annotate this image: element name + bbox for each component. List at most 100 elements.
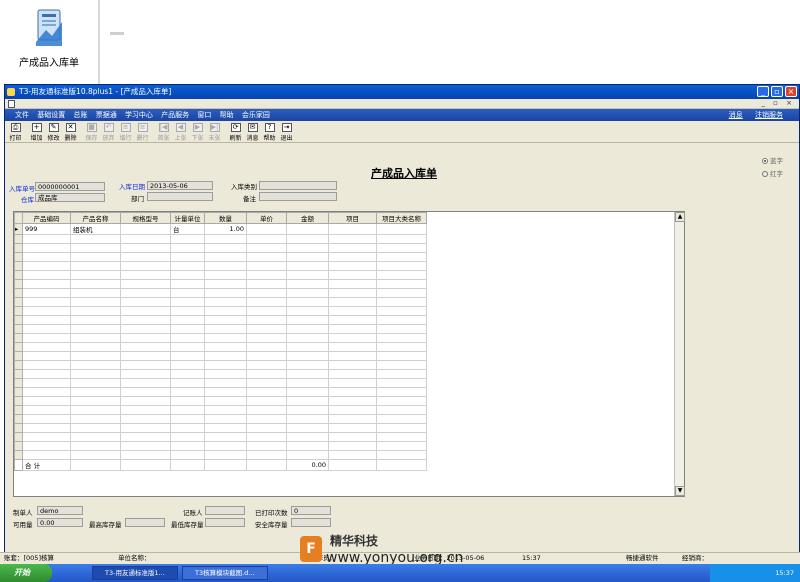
table-cell[interactable] xyxy=(328,252,377,262)
table-cell[interactable] xyxy=(328,243,377,253)
table-cell[interactable] xyxy=(70,423,121,433)
table-cell[interactable] xyxy=(328,306,377,316)
table-cell[interactable] xyxy=(328,342,377,352)
table-cell[interactable] xyxy=(22,315,71,325)
table-cell[interactable] xyxy=(22,387,71,397)
table-cell[interactable] xyxy=(286,279,329,289)
table-cell[interactable]: 组装机 xyxy=(70,223,121,235)
start-button[interactable]: 开始 xyxy=(0,564,52,582)
table-cell[interactable] xyxy=(170,441,205,451)
table-cell[interactable] xyxy=(328,405,377,415)
menu-services[interactable]: 产品服务 xyxy=(161,111,189,119)
table-cell[interactable] xyxy=(328,450,377,460)
row-header[interactable] xyxy=(14,387,23,397)
table-cell[interactable] xyxy=(22,378,71,388)
table-cell[interactable] xyxy=(22,396,71,406)
table-cell[interactable] xyxy=(120,333,171,343)
table-cell[interactable] xyxy=(170,450,205,460)
table-cell[interactable] xyxy=(328,315,377,325)
table-cell[interactable] xyxy=(286,306,329,316)
table-cell[interactable] xyxy=(376,243,427,253)
table-cell[interactable] xyxy=(120,261,171,271)
table-cell[interactable] xyxy=(246,223,287,235)
table-cell[interactable] xyxy=(120,252,171,262)
table-cell[interactable] xyxy=(376,223,427,235)
table-cell[interactable] xyxy=(286,360,329,370)
table-cell[interactable] xyxy=(170,414,205,424)
toolbar-button[interactable]: |◀ 首张 xyxy=(155,122,172,142)
table-cell[interactable] xyxy=(22,423,71,433)
row-header[interactable] xyxy=(14,306,23,316)
table-cell[interactable] xyxy=(246,396,287,406)
table-cell[interactable] xyxy=(246,333,287,343)
table-cell[interactable] xyxy=(246,324,287,334)
toolbar-button[interactable]: ⟳ 刷新 xyxy=(227,122,244,142)
table-cell[interactable] xyxy=(120,234,171,244)
table-row[interactable] xyxy=(14,405,427,415)
table-cell[interactable] xyxy=(246,288,287,298)
table-cell[interactable] xyxy=(204,423,247,433)
table-row[interactable] xyxy=(14,306,427,316)
table-cell[interactable]: 台 xyxy=(170,223,205,235)
table-cell[interactable] xyxy=(204,432,247,442)
table-cell[interactable] xyxy=(204,360,247,370)
toolbar-button[interactable]: ✉ 消息 xyxy=(244,122,261,142)
table-cell[interactable] xyxy=(246,270,287,280)
table-cell[interactable] xyxy=(120,297,171,307)
table-cell[interactable] xyxy=(170,396,205,406)
table-cell[interactable] xyxy=(170,342,205,352)
table-row[interactable] xyxy=(14,423,427,433)
table-cell[interactable] xyxy=(22,414,71,424)
table-cell[interactable] xyxy=(286,414,329,424)
table-row[interactable] xyxy=(14,243,427,253)
table-cell[interactable] xyxy=(246,297,287,307)
table-cell[interactable] xyxy=(170,405,205,415)
row-header[interactable] xyxy=(14,252,23,262)
table-cell[interactable] xyxy=(204,297,247,307)
table-cell[interactable] xyxy=(286,261,329,271)
table-cell[interactable] xyxy=(328,423,377,433)
table-cell[interactable] xyxy=(376,405,427,415)
table-cell[interactable] xyxy=(70,333,121,343)
table-row[interactable] xyxy=(14,252,427,262)
blue-radio[interactable]: 蓝字 xyxy=(762,155,783,165)
toolbar-button[interactable]: ▶| 末张 xyxy=(206,122,223,142)
table-cell[interactable] xyxy=(376,423,427,433)
table-cell[interactable] xyxy=(120,279,171,289)
table-cell[interactable] xyxy=(170,333,205,343)
table-cell[interactable] xyxy=(170,279,205,289)
column-header[interactable]: 计量单位 xyxy=(170,212,205,224)
table-cell[interactable] xyxy=(204,243,247,253)
table-cell[interactable] xyxy=(70,324,121,334)
table-cell[interactable] xyxy=(246,387,287,397)
date-field[interactable]: 2013-05-06 xyxy=(147,181,213,190)
table-cell[interactable] xyxy=(70,378,121,388)
table-cell[interactable] xyxy=(286,387,329,397)
table-cell[interactable] xyxy=(328,432,377,442)
table-cell[interactable] xyxy=(22,252,71,262)
table-cell[interactable] xyxy=(120,324,171,334)
table-cell[interactable] xyxy=(246,351,287,361)
table-cell[interactable] xyxy=(376,306,427,316)
table-cell[interactable] xyxy=(22,288,71,298)
table-cell[interactable] xyxy=(170,288,205,298)
table-cell[interactable] xyxy=(246,378,287,388)
menu-ledger[interactable]: 总账 xyxy=(73,111,87,119)
table-cell[interactable] xyxy=(328,351,377,361)
column-header[interactable]: 数量 xyxy=(204,212,247,224)
table-cell[interactable] xyxy=(286,405,329,415)
column-header[interactable]: 金额 xyxy=(286,212,329,224)
table-cell[interactable] xyxy=(70,360,121,370)
clock[interactable]: 15:37 xyxy=(775,569,794,577)
warehouse-field[interactable]: 成品库 xyxy=(35,193,105,202)
table-cell[interactable] xyxy=(376,450,427,460)
table-cell[interactable] xyxy=(204,387,247,397)
table-cell[interactable] xyxy=(70,441,121,451)
table-cell[interactable] xyxy=(286,297,329,307)
table-cell[interactable] xyxy=(120,243,171,253)
table-cell[interactable] xyxy=(204,234,247,244)
row-header[interactable] xyxy=(14,360,23,370)
table-cell[interactable] xyxy=(204,378,247,388)
table-row[interactable] xyxy=(14,387,427,397)
table-cell[interactable] xyxy=(204,414,247,424)
